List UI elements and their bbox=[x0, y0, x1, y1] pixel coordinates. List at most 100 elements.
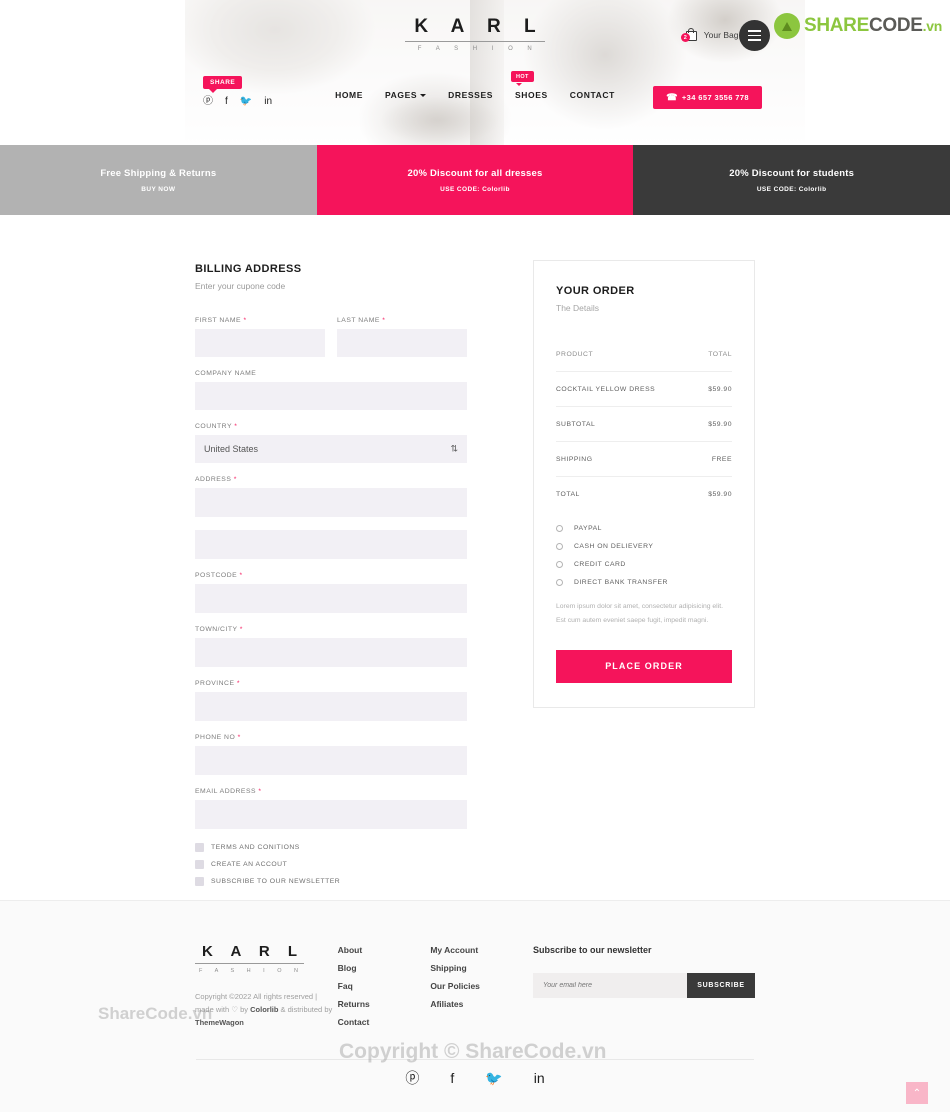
field-email-address: EMAIL ADDRESS * bbox=[195, 788, 467, 829]
email-address-input[interactable] bbox=[195, 800, 467, 829]
order-subtitle: The Details bbox=[556, 303, 599, 313]
promo-dresses-discount[interactable]: 20% Discount for all dresses USE CODE: C… bbox=[316, 145, 634, 215]
checkbox-label: TERMS AND CONITIONS bbox=[211, 844, 300, 851]
payment-option-direct-bank-transfer[interactable]: DIRECT BANK TRANSFER bbox=[556, 579, 732, 586]
footer-link-blog[interactable]: Blog bbox=[338, 963, 428, 973]
scroll-to-top-button[interactable]: ⌃ bbox=[906, 1082, 928, 1104]
copyright-author[interactable]: Colorlib bbox=[250, 1005, 278, 1014]
facebook-icon[interactable]: f bbox=[450, 1071, 454, 1085]
footer-brand-tagline: F A S H I O N bbox=[199, 968, 304, 974]
order-row-product: COCKTAIL YELLOW DRESS $59.90 bbox=[556, 386, 732, 407]
payment-option-credit-card[interactable]: CREDIT CARD bbox=[556, 561, 732, 568]
payment-note-line-1: Lorem ipsum dolor sit amet, consectetur … bbox=[556, 603, 723, 610]
copyright-line-1: Copyright ©2022 All rights reserved | bbox=[195, 992, 318, 1001]
sharecode-share-text: SHARE bbox=[803, 15, 869, 36]
place-order-button[interactable]: PLACE ORDER bbox=[556, 649, 732, 683]
checkbox-box[interactable] bbox=[195, 843, 204, 852]
newsletter-email-input[interactable] bbox=[532, 973, 687, 998]
nav-item-shoes[interactable]: HOT SHOES bbox=[510, 71, 548, 100]
radio-icon[interactable] bbox=[556, 525, 563, 532]
newsletter-form: SUBSCRIBE bbox=[532, 973, 755, 998]
site-header: K A R L F A S H I O N SHARE ⓟ f 🐦 in HOM… bbox=[0, 0, 950, 145]
phone-icon: ☎ bbox=[666, 92, 678, 102]
share-badge[interactable]: SHARE bbox=[203, 76, 243, 93]
address-line2-input[interactable] bbox=[195, 530, 467, 559]
field-phone-no: PHONE NO * bbox=[195, 734, 467, 775]
company-name-input[interactable] bbox=[195, 382, 467, 410]
footer-link-shipping[interactable]: Shipping bbox=[430, 963, 530, 973]
newsletter-subscribe-button[interactable]: SUBSCRIBE bbox=[686, 973, 755, 998]
checkbox-create-account[interactable]: CREATE AN ACCOUT bbox=[195, 860, 467, 869]
radio-icon[interactable] bbox=[556, 561, 563, 568]
nav-item-pages-label: PAGES bbox=[385, 90, 418, 100]
required-mark: * bbox=[243, 317, 247, 324]
footer-link-afiliates[interactable]: Afiliates bbox=[430, 999, 530, 1009]
hot-badge: HOT bbox=[510, 71, 534, 86]
order-row-value: FREE bbox=[711, 456, 732, 463]
footer-social-links: ⓟ f 🐦 in bbox=[0, 1071, 950, 1085]
province-label: PROVINCE * bbox=[195, 680, 241, 687]
field-address: ADDRESS * bbox=[195, 476, 467, 517]
promo-students-discount[interactable]: 20% Discount for students USE CODE: Colo… bbox=[633, 145, 950, 215]
nav-item-home[interactable]: HOME bbox=[335, 90, 363, 100]
pinterest-icon[interactable]: ⓟ bbox=[405, 1071, 419, 1085]
required-mark: * bbox=[258, 788, 262, 795]
footer-link-returns[interactable]: Returns bbox=[338, 999, 428, 1009]
required-mark: * bbox=[239, 626, 243, 633]
payment-method-list: PAYPAL CASH ON DELIEVERY CREDIT CARD DIR… bbox=[556, 525, 732, 628]
nav-item-contact[interactable]: CONTACT bbox=[570, 90, 615, 100]
checkbox-terms-and-conditions[interactable]: TERMS AND CONITIONS bbox=[195, 843, 467, 852]
copyright-distributor[interactable]: ThemeWagon bbox=[195, 1018, 244, 1027]
billing-subtitle: Enter your cupone code bbox=[195, 281, 286, 291]
menu-toggle-button[interactable] bbox=[739, 20, 770, 51]
required-mark: * bbox=[236, 680, 241, 687]
footer-link-my-account[interactable]: My Account bbox=[430, 945, 530, 955]
payment-option-paypal[interactable]: PAYPAL bbox=[556, 525, 732, 532]
required-mark: * bbox=[239, 572, 243, 579]
promo-title: Free Shipping & Returns bbox=[100, 167, 217, 179]
bag-handle bbox=[688, 27, 695, 33]
checkbox-box[interactable] bbox=[195, 877, 204, 886]
postcode-input[interactable] bbox=[195, 584, 467, 613]
column-header-product: PRODUCT bbox=[556, 351, 594, 358]
footer-link-about[interactable]: About bbox=[338, 945, 428, 955]
promo-free-shipping[interactable]: Free Shipping & Returns BUY NOW bbox=[0, 145, 317, 215]
order-title: YOUR ORDER bbox=[556, 285, 635, 297]
hero-decor-shadow bbox=[380, 96, 500, 145]
email-address-label: EMAIL ADDRESS * bbox=[195, 788, 262, 795]
first-name-input[interactable] bbox=[195, 329, 325, 357]
copyright-by: by bbox=[238, 1005, 251, 1015]
country-select[interactable]: United States bbox=[195, 435, 467, 463]
required-mark: * bbox=[382, 317, 386, 324]
phone-number: +34 657 3556 778 bbox=[681, 93, 749, 102]
sharecode-tld-text: .vn bbox=[922, 18, 943, 34]
radio-icon[interactable] bbox=[556, 543, 563, 550]
twitter-icon[interactable]: 🐦 bbox=[485, 1071, 502, 1085]
nav-item-pages[interactable]: PAGES bbox=[385, 90, 427, 100]
payment-option-cash-on-delivery[interactable]: CASH ON DELIEVERY bbox=[556, 543, 732, 550]
promo-subtitle: USE CODE: Colorlib bbox=[756, 185, 827, 193]
phone-button[interactable]: ☎ +34 657 3556 778 bbox=[653, 86, 762, 109]
radio-icon[interactable] bbox=[556, 579, 563, 586]
address-line1-input[interactable] bbox=[195, 488, 467, 517]
phone-no-label: PHONE NO * bbox=[195, 734, 241, 741]
footer-link-contact[interactable]: Contact bbox=[338, 1017, 428, 1027]
province-input[interactable] bbox=[195, 692, 467, 721]
town-city-input[interactable] bbox=[195, 638, 467, 667]
footer-link-faq[interactable]: Faq bbox=[338, 981, 428, 991]
linkedin-icon[interactable]: in bbox=[534, 1071, 545, 1085]
field-postcode: POSTCODE * bbox=[195, 572, 467, 613]
nav-item-shoes-label: SHOES bbox=[514, 90, 548, 100]
checkbox-box[interactable] bbox=[195, 860, 204, 869]
checkbox-subscribe-newsletter[interactable]: SUBSCRIBE TO OUR NEWSLETTER bbox=[195, 877, 467, 886]
phone-no-input[interactable] bbox=[195, 746, 467, 775]
billing-address-form: BILLING ADDRESS Enter your cupone code F… bbox=[195, 260, 467, 894]
payment-note-line-2: Est cum autem eveniet saepe fugit, imped… bbox=[556, 616, 709, 624]
order-row-label: SHIPPING bbox=[556, 456, 593, 463]
footer-link-our-policies[interactable]: Our Policies bbox=[430, 981, 530, 991]
required-mark: * bbox=[234, 423, 238, 430]
promo-banner-strip: Free Shipping & Returns BUY NOW 20% Disc… bbox=[0, 145, 950, 215]
last-name-input[interactable] bbox=[337, 329, 467, 357]
nav-item-dresses[interactable]: DRESSES bbox=[448, 90, 493, 100]
order-row-subtotal: SUBTOTAL $59.90 bbox=[556, 421, 732, 442]
